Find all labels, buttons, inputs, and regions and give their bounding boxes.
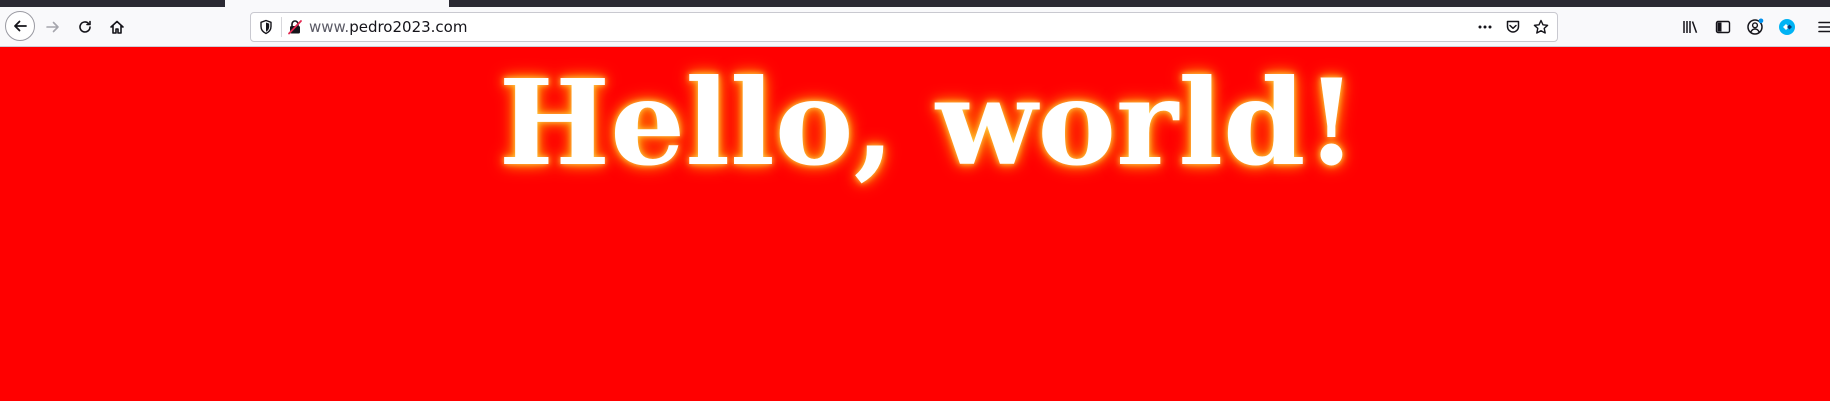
extension-icon [1779,19,1795,35]
sidebar-icon [1715,20,1731,34]
forward-button[interactable] [39,13,67,41]
account-button[interactable] [1741,13,1769,41]
pocket-button[interactable] [1499,13,1527,41]
hamburger-menu-icon [1818,21,1830,33]
home-button[interactable] [103,13,131,41]
back-button[interactable] [5,11,35,41]
back-arrow-icon [14,20,27,32]
url-text[interactable]: www.pedro2023.com [309,13,467,41]
library-icon [1683,21,1698,34]
reload-icon [79,20,91,33]
forward-arrow-icon [46,21,59,33]
tab-strip [0,0,1830,7]
address-bar[interactable]: www.pedro2023.com [250,12,1558,42]
navigation-toolbar: www.pedro2023.com [0,7,1830,47]
home-icon [110,20,124,34]
sidebar-button[interactable] [1709,13,1737,41]
page-headline: Hello, world! [498,53,1358,192]
shield-icon[interactable] [258,19,274,35]
extension-button[interactable] [1773,13,1801,41]
menu-button[interactable] [1815,13,1830,41]
more-dots-icon [1478,25,1492,29]
account-icon [1747,18,1764,35]
star-icon [1533,19,1549,34]
url-domain: pedro2023.com [349,18,468,36]
pocket-icon [1506,20,1520,33]
page-actions-button[interactable] [1471,13,1499,41]
active-tab[interactable] [225,0,449,7]
insecure-lock-icon[interactable] [287,19,303,35]
page-content: Hello, world! [0,48,1830,401]
url-separator [281,17,282,37]
reload-button[interactable] [71,13,99,41]
url-prefix: www. [309,18,350,36]
library-button[interactable] [1677,13,1705,41]
bookmark-button[interactable] [1527,13,1555,41]
